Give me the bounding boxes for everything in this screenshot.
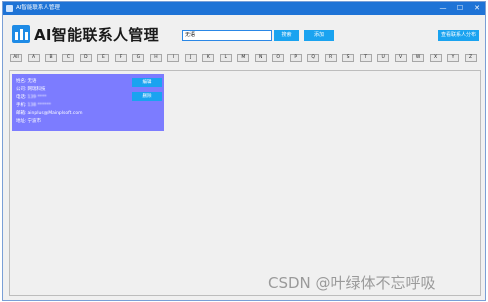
delete-button[interactable]: 删除 — [132, 92, 162, 101]
letter-filter-s[interactable]: S — [342, 54, 355, 62]
search-input[interactable]: 无语 — [182, 30, 272, 41]
contact-email-row: 邮箱:ainplus@Mainplsoft.com — [16, 111, 83, 116]
distribution-button[interactable]: 查看联系人分布 — [438, 30, 479, 41]
contact-company-row: 公司:网瑞科技 — [16, 87, 46, 92]
title-bar: AI智能联系人管理 — ☐ ✕ — [3, 2, 485, 15]
letter-filter-m[interactable]: M — [237, 54, 250, 62]
letter-filter-l[interactable]: L — [219, 54, 232, 62]
letter-filter-u[interactable]: U — [377, 54, 390, 62]
letter-filter-z[interactable]: Z — [464, 54, 477, 62]
contact-email: ainplus@Mainplsoft.com — [27, 111, 83, 116]
letter-filter-bar: All A B C D E F G H I J K L M N O P Q R S T U V W X Y Z — [9, 54, 481, 63]
letter-filter-t[interactable]: T — [359, 54, 372, 62]
letter-filter-v[interactable]: V — [394, 54, 407, 62]
close-button[interactable]: ✕ — [470, 2, 484, 15]
letter-filter-w[interactable]: W — [412, 54, 425, 62]
letter-filter-k[interactable]: K — [202, 54, 215, 62]
app-window: AI智能联系人管理 — ☐ ✕ AI智能联系人管理 无语 搜索 添加 查看联系人… — [2, 1, 486, 301]
letter-filter-a[interactable]: A — [27, 54, 40, 62]
letter-filter-e[interactable]: E — [97, 54, 110, 62]
letter-filter-f[interactable]: F — [114, 54, 127, 62]
letter-filter-all[interactable]: All — [10, 54, 22, 62]
letter-filter-d[interactable]: D — [79, 54, 92, 62]
letter-filter-o[interactable]: O — [272, 54, 285, 62]
letter-filter-q[interactable]: Q — [307, 54, 320, 62]
app-icon — [6, 5, 13, 12]
letter-filter-b[interactable]: B — [45, 54, 57, 62]
letter-filter-y[interactable]: Y — [447, 54, 459, 62]
search-button[interactable]: 搜索 — [274, 30, 299, 41]
letter-filter-r[interactable]: R — [324, 54, 337, 62]
minimize-button[interactable]: — — [436, 2, 450, 15]
edit-button[interactable]: 编辑 — [132, 78, 162, 87]
page-title: AI智能联系人管理 — [34, 25, 159, 44]
contact-phone: 139 **** — [27, 95, 47, 100]
brand: AI智能联系人管理 — [12, 24, 159, 44]
contact-address: 宁波市 — [27, 119, 42, 124]
maximize-button[interactable]: ☐ — [453, 2, 467, 15]
letter-filter-c[interactable]: C — [62, 54, 75, 62]
letter-filter-n[interactable]: N — [254, 54, 267, 62]
contact-mobile-row: 手机:138 ****** — [16, 103, 52, 108]
contact-mobile: 138 ****** — [27, 103, 52, 108]
contact-company: 网瑞科技 — [27, 87, 46, 92]
contact-name-row: 姓名:无语 — [16, 79, 37, 84]
brand-logo-icon — [12, 25, 30, 43]
contact-phone-row: 电话:139 **** — [16, 95, 47, 100]
letter-filter-i[interactable]: I — [167, 54, 180, 62]
window-title: AI智能联系人管理 — [16, 5, 60, 11]
contact-card: 姓名:无语 公司:网瑞科技 电话:139 **** 手机:138 ****** … — [12, 74, 164, 131]
letter-filter-x[interactable]: X — [429, 54, 442, 62]
add-button[interactable]: 添加 — [304, 30, 334, 41]
contact-name: 无语 — [27, 79, 37, 84]
watermark: CSDN @叶绿体不忘呼吸 — [268, 274, 436, 292]
letter-filter-h[interactable]: H — [149, 54, 162, 62]
letter-filter-p[interactable]: P — [289, 54, 302, 62]
contact-address-row: 地址:宁波市 — [16, 119, 42, 124]
contact-list-panel: 姓名:无语 公司:网瑞科技 电话:139 **** 手机:138 ****** … — [9, 70, 481, 296]
letter-filter-g[interactable]: G — [132, 54, 145, 62]
letter-filter-j[interactable]: J — [184, 54, 197, 62]
